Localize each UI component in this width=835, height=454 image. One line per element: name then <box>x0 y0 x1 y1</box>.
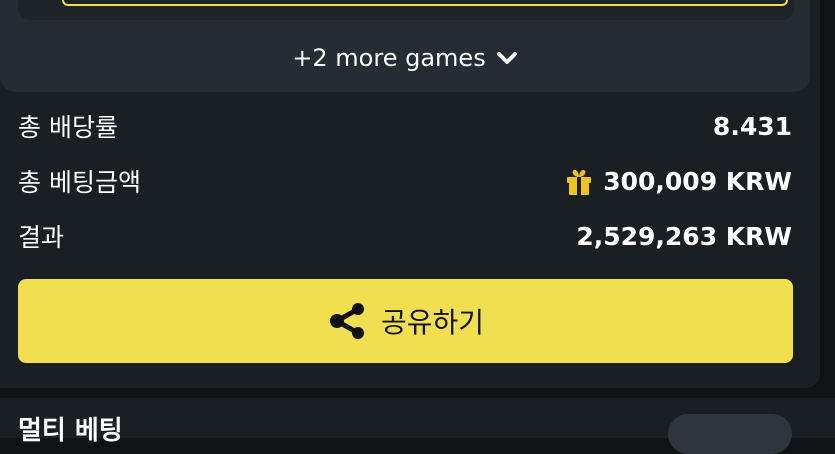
total-odds-value: 8.431 <box>712 111 792 141</box>
share-button-label: 공유하기 <box>380 306 485 339</box>
next-section-title: 멀티 베팅 <box>18 416 123 446</box>
result-label: 결과 <box>18 223 65 252</box>
total-odds-label: 총 배당률 <box>18 113 118 142</box>
total-bet-row: 총 베팅금액 300,009 KRW <box>18 161 792 201</box>
games-card: +2 more games <box>0 0 810 92</box>
selected-outcome-button[interactable] <box>62 0 788 6</box>
bet-slip-panel: +2 more games 총 배당률 8.431 총 베팅금액 300,009… <box>0 0 820 388</box>
more-games-label: +2 more games <box>292 44 486 72</box>
total-bet-value: 300,009 KRW <box>603 166 792 196</box>
total-odds-row: 총 배당률 8.431 <box>18 106 792 146</box>
next-section-action-button[interactable] <box>668 414 792 454</box>
more-games-button[interactable]: +2 more games <box>0 40 810 76</box>
chevron-down-icon <box>496 52 517 64</box>
share-icon <box>329 303 364 339</box>
game-item-card[interactable] <box>18 0 794 20</box>
share-button[interactable]: 공유하기 <box>18 279 793 363</box>
total-bet-label: 총 베팅금액 <box>18 168 141 197</box>
result-value: 2,529,263 KRW <box>576 221 792 251</box>
total-bet-value-group: 300,009 KRW <box>563 165 792 197</box>
gift-icon <box>567 169 592 195</box>
result-row: 결과 2,529,263 KRW <box>18 216 792 256</box>
